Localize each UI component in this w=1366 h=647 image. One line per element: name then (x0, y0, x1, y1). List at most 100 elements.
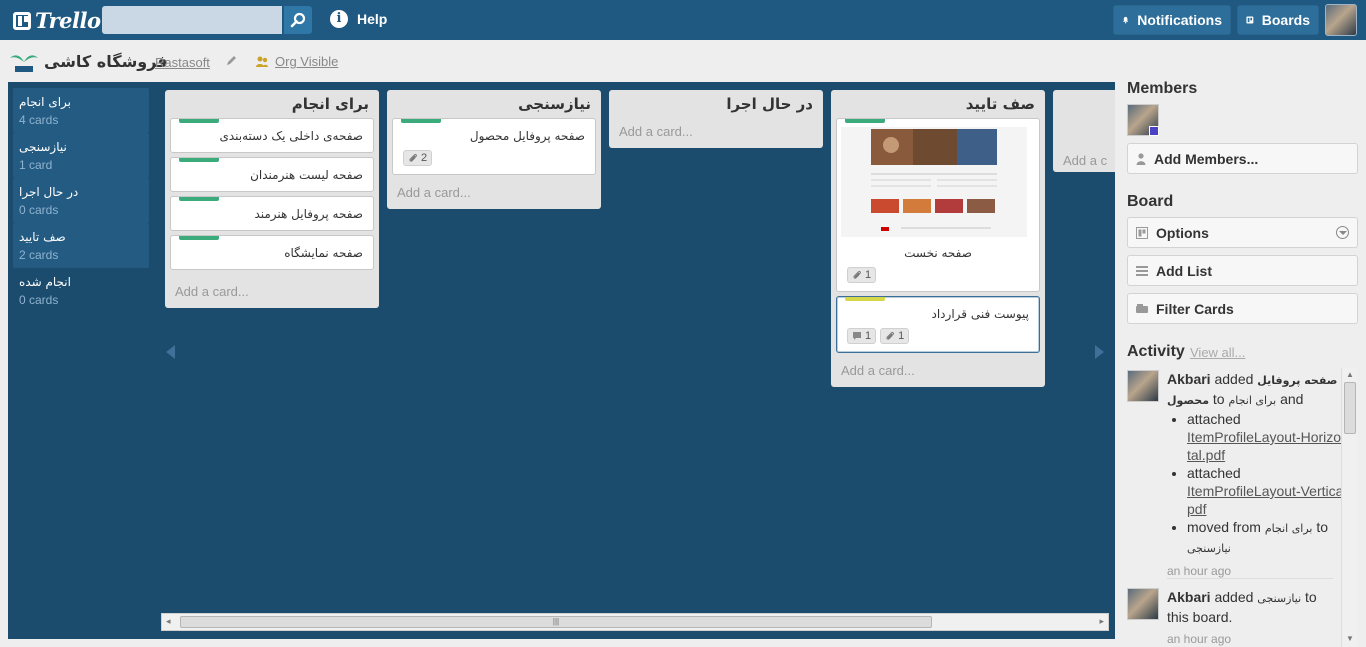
card[interactable]: صفحه لیست هنرمندان (170, 157, 374, 192)
activity-avatar[interactable] (1127, 588, 1159, 620)
board-sidebar: Members Add Members... Board Options Add… (1119, 80, 1366, 647)
add-card-link[interactable]: Add a card... (831, 357, 1045, 387)
filter-cards-button[interactable]: Filter Cards (1127, 293, 1358, 324)
add-card-link[interactable]: Add a card... (165, 278, 379, 308)
help-label: Help (357, 11, 388, 27)
card[interactable]: صفحه نخست 1 (836, 118, 1040, 292)
activity-verb: added (1214, 589, 1254, 605)
notifications-button[interactable]: Notifications (1113, 5, 1231, 35)
list-todo: برای انجام صفحه‌ی داخلی یک دسته‌بندی صفح… (165, 90, 379, 308)
list-title[interactable]: برای انجام (165, 90, 379, 118)
add-list-button[interactable]: Add List (1127, 255, 1358, 286)
card-label-green (179, 197, 219, 201)
activity-action: moved from (1187, 519, 1261, 535)
search-input[interactable] (102, 6, 282, 34)
nav-item-doing[interactable]: در حال اجرا 0 cards (13, 178, 149, 223)
card-label-green (845, 119, 885, 123)
list-title[interactable]: در حال اجرا (609, 90, 823, 118)
org-logo-icon (10, 55, 38, 72)
activity-subitem: moved from برای انجام to نیازسنجی (1187, 518, 1352, 558)
list-title[interactable]: نیازسنجی (387, 90, 601, 118)
activity-to: to (1212, 391, 1225, 407)
add-members-button[interactable]: Add Members... (1127, 143, 1358, 174)
activity-subitem: attached ItemProfileLayout-Vertical.pdf (1187, 464, 1352, 518)
visibility-toggle[interactable]: Org Visible (255, 54, 338, 69)
card[interactable]: صفحه‌ی داخلی یک دسته‌بندی (170, 118, 374, 153)
card-title: صفحه نمایشگاه (284, 246, 363, 260)
nav-item-count: 1 card (19, 158, 53, 172)
card-label-green (401, 119, 441, 123)
activity-user[interactable]: Akbari (1167, 589, 1211, 605)
scrollbar-thumb[interactable]: ||| (180, 616, 932, 628)
card[interactable]: صفحه پروفایل هنرمند (170, 196, 374, 231)
boards-label: Boards (1261, 12, 1310, 28)
scrollbar-thumb[interactable] (1344, 382, 1356, 434)
board-heading: Board (1127, 193, 1174, 210)
horizontal-scrollbar[interactable]: ◂ ||| ▸ (161, 613, 1109, 631)
list-approval: صف تایید صفحه نخست 1 پیوست فنی قرارداد 1… (831, 90, 1045, 387)
trello-logo[interactable]: Trello (13, 8, 101, 33)
options-button[interactable]: Options (1127, 217, 1358, 248)
member-avatar[interactable] (1127, 104, 1159, 136)
board-title[interactable]: فروشگاه کاشی (44, 52, 168, 71)
activity-user[interactable]: Akbari (1167, 371, 1211, 387)
logo-text: Trello (35, 8, 101, 33)
list-doing: در حال اجرا Add a card... (609, 90, 823, 148)
card-label-yellow (845, 297, 885, 301)
activity-to: to (1316, 519, 1329, 535)
search-button[interactable] (284, 6, 312, 34)
add-card-link[interactable]: Add a card... (609, 118, 823, 148)
card[interactable]: پیوست فنی قرارداد 1 1 (836, 296, 1040, 353)
card-title: صفحه پروفایل محصول (469, 129, 585, 143)
scroll-down-arrow-icon[interactable]: ▼ (1346, 634, 1354, 643)
view-all-link[interactable]: View all... (1190, 345, 1245, 360)
scroll-left-icon[interactable] (166, 345, 175, 359)
nav-item-name: برای انجام (19, 95, 72, 109)
list-icon (1136, 265, 1148, 276)
paperclip-icon (886, 331, 894, 340)
filter-card-icon (1136, 303, 1148, 313)
activity-list-name: برای انجام (1228, 394, 1277, 407)
pencil-icon[interactable] (226, 54, 238, 66)
activity-dest-list: نیازسنجی (1187, 542, 1231, 555)
top-header: Trello i Help Notifications Boards (0, 0, 1366, 40)
scroll-right-icon[interactable] (1095, 345, 1104, 359)
scroll-up-arrow-icon[interactable]: ▲ (1346, 370, 1354, 379)
trello-board-icon (13, 11, 31, 30)
nav-item-done[interactable]: انجام شده 0 cards (13, 268, 149, 313)
list-title[interactable]: صف تایید (831, 90, 1045, 118)
nav-item-approval[interactable]: صف تایید 2 cards (13, 223, 149, 268)
card[interactable]: صفحه نمایشگاه (170, 235, 374, 270)
card[interactable]: صفحه پروفایل محصول 2 (392, 118, 596, 175)
org-link[interactable]: Rastasoft (155, 55, 210, 70)
user-avatar[interactable] (1325, 4, 1357, 36)
attachment-link[interactable]: ItemProfileLayout-Vertical.pdf (1187, 483, 1350, 517)
website-screenshot-thumbnail (841, 127, 1027, 237)
card-title: پیوست فنی قرارداد (931, 307, 1030, 321)
add-card-link[interactable]: Add a c (1053, 147, 1115, 177)
nav-item-count: 0 cards (19, 203, 59, 217)
activity-avatar[interactable] (1127, 370, 1159, 402)
activity-rest: this board. (1167, 609, 1233, 625)
list-partial: Add a c (1053, 90, 1115, 172)
help-link[interactable]: i Help (330, 10, 387, 28)
list-requirements: نیازسنجی صفحه پروفایل محصول 2 Add a card… (387, 90, 601, 209)
nav-item-requirements[interactable]: نیازسنجی 1 card (13, 133, 149, 178)
nav-item-name: صف تایید (19, 230, 66, 244)
activity-action: attached (1187, 411, 1241, 427)
boards-button[interactable]: Boards (1237, 5, 1319, 35)
scroll-left-arrow-icon[interactable]: ◂ (166, 616, 171, 627)
attachment-link[interactable]: ItemProfileLayout-Horizontal.pdf (1187, 429, 1349, 463)
board-options-icon (1136, 226, 1148, 239)
nav-item-todo[interactable]: برای انجام 4 cards (13, 88, 149, 133)
card-title: صفحه نخست (904, 246, 972, 260)
scroll-right-arrow-icon[interactable]: ▸ (1099, 616, 1104, 627)
paperclip-icon (853, 270, 861, 279)
activity-scrollbar[interactable]: ▲ ▼ (1341, 368, 1357, 647)
add-card-link[interactable]: Add a card... (387, 179, 601, 209)
nav-item-name: در حال اجرا (19, 185, 79, 199)
activity-divider (1167, 578, 1333, 579)
person-icon (1136, 152, 1146, 165)
activity-verb: added (1214, 371, 1254, 387)
activity-and: and (1280, 391, 1304, 407)
